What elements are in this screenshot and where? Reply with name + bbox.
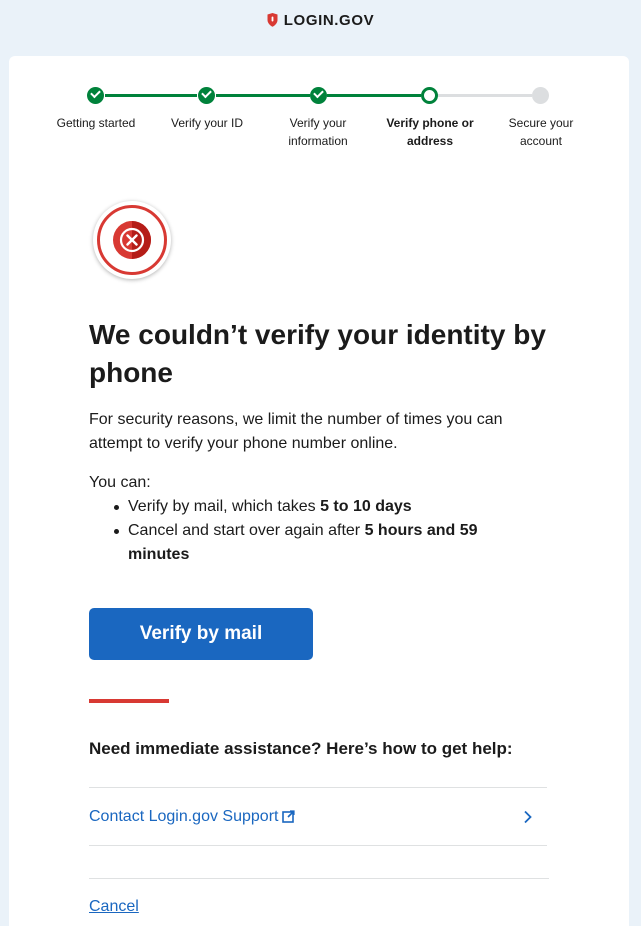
options-heading: You can: [89,474,151,491]
step-label-verify-info: Verify your information [288,116,348,148]
divider [89,878,549,879]
step-label-secure-account: Secure your account [508,116,574,148]
accent-divider [89,699,169,703]
list-item: Cancel and start over again after 5 hour… [89,519,529,567]
step-connector-4 [438,94,532,97]
step-incomplete-icon [532,87,549,104]
options-list: Verify by mail, which takes 5 to 10 days… [89,495,529,567]
step-indicator: Getting started Verify your ID Verify yo… [9,56,629,166]
step-connector-3 [327,94,421,97]
step-current-icon [421,87,438,104]
error-icon [93,201,171,279]
step-complete-icon [87,87,104,104]
contact-support-link[interactable]: Contact Login.gov Support [89,787,547,846]
option-text: Cancel and start over again after [128,522,365,539]
close-icon [119,221,151,259]
step-label-verify-phone: Verify phone or address [386,116,474,148]
logo-text[interactable]: LOGIN.GOV [284,12,374,29]
page-title: We couldn’t verify your identity by phon… [89,319,546,388]
step-connector-1 [105,94,197,97]
external-link-icon [282,810,296,823]
step-label-verify-id: Verify your ID [170,116,244,130]
contact-support-label: Contact Login.gov Support [89,807,279,825]
step-connector-2 [216,94,310,97]
error-ring [97,205,167,275]
error-circle [113,221,151,259]
cancel-link[interactable]: Cancel [89,895,139,919]
shield-logo-icon [267,13,278,27]
step-label-getting-started: Getting started [56,116,136,130]
option-emphasis: 5 to 10 days [320,498,412,515]
option-text: Verify by mail, which takes [128,498,321,515]
site-header: LOGIN.GOV [0,0,641,40]
main-card: Getting started Verify your ID Verify yo… [9,56,629,926]
step-complete-icon [198,87,215,104]
list-item: Verify by mail, which takes 5 to 10 days [89,495,529,519]
help-heading: Need immediate assistance? Here’s how to… [89,739,513,758]
step-complete-icon [310,87,327,104]
chevron-right-icon [524,810,532,823]
intro-text: For security reasons, we limit the numbe… [89,411,503,452]
verify-by-mail-button[interactable]: Verify by mail [89,608,313,660]
